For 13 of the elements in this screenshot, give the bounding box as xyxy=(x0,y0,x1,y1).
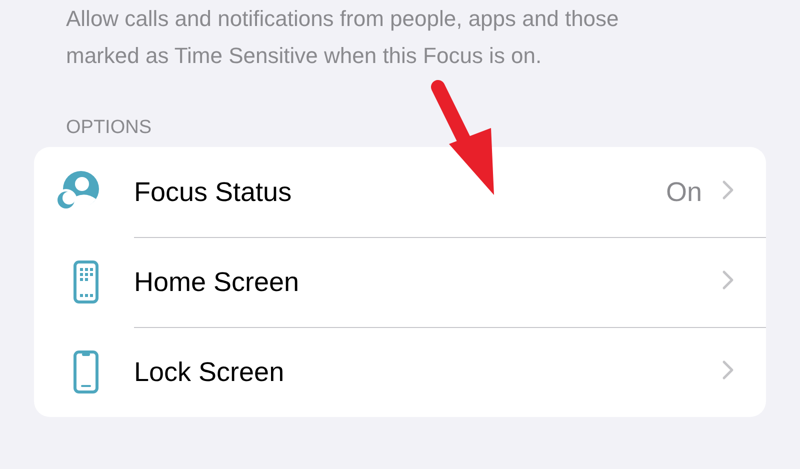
chevron-icon xyxy=(722,270,734,290)
phone-icon xyxy=(73,350,99,394)
phone-grid-icon xyxy=(73,260,99,304)
row-value: On xyxy=(666,176,702,208)
settings-row[interactable]: Home Screen xyxy=(34,237,766,327)
chevron-icon xyxy=(722,180,734,200)
chevron-icon xyxy=(722,360,734,380)
description-text: Allow calls and notifications from people, apps and those marked as Time Sensitive when this Focus is on. xyxy=(65,5,620,70)
section-header: OPTIONS xyxy=(66,116,153,140)
row-label: Focus Status xyxy=(134,176,293,208)
settings-row[interactable]: Lock Screen xyxy=(34,327,766,417)
row-label: Home Screen xyxy=(134,266,300,298)
row-label: Lock Screen xyxy=(134,356,286,388)
